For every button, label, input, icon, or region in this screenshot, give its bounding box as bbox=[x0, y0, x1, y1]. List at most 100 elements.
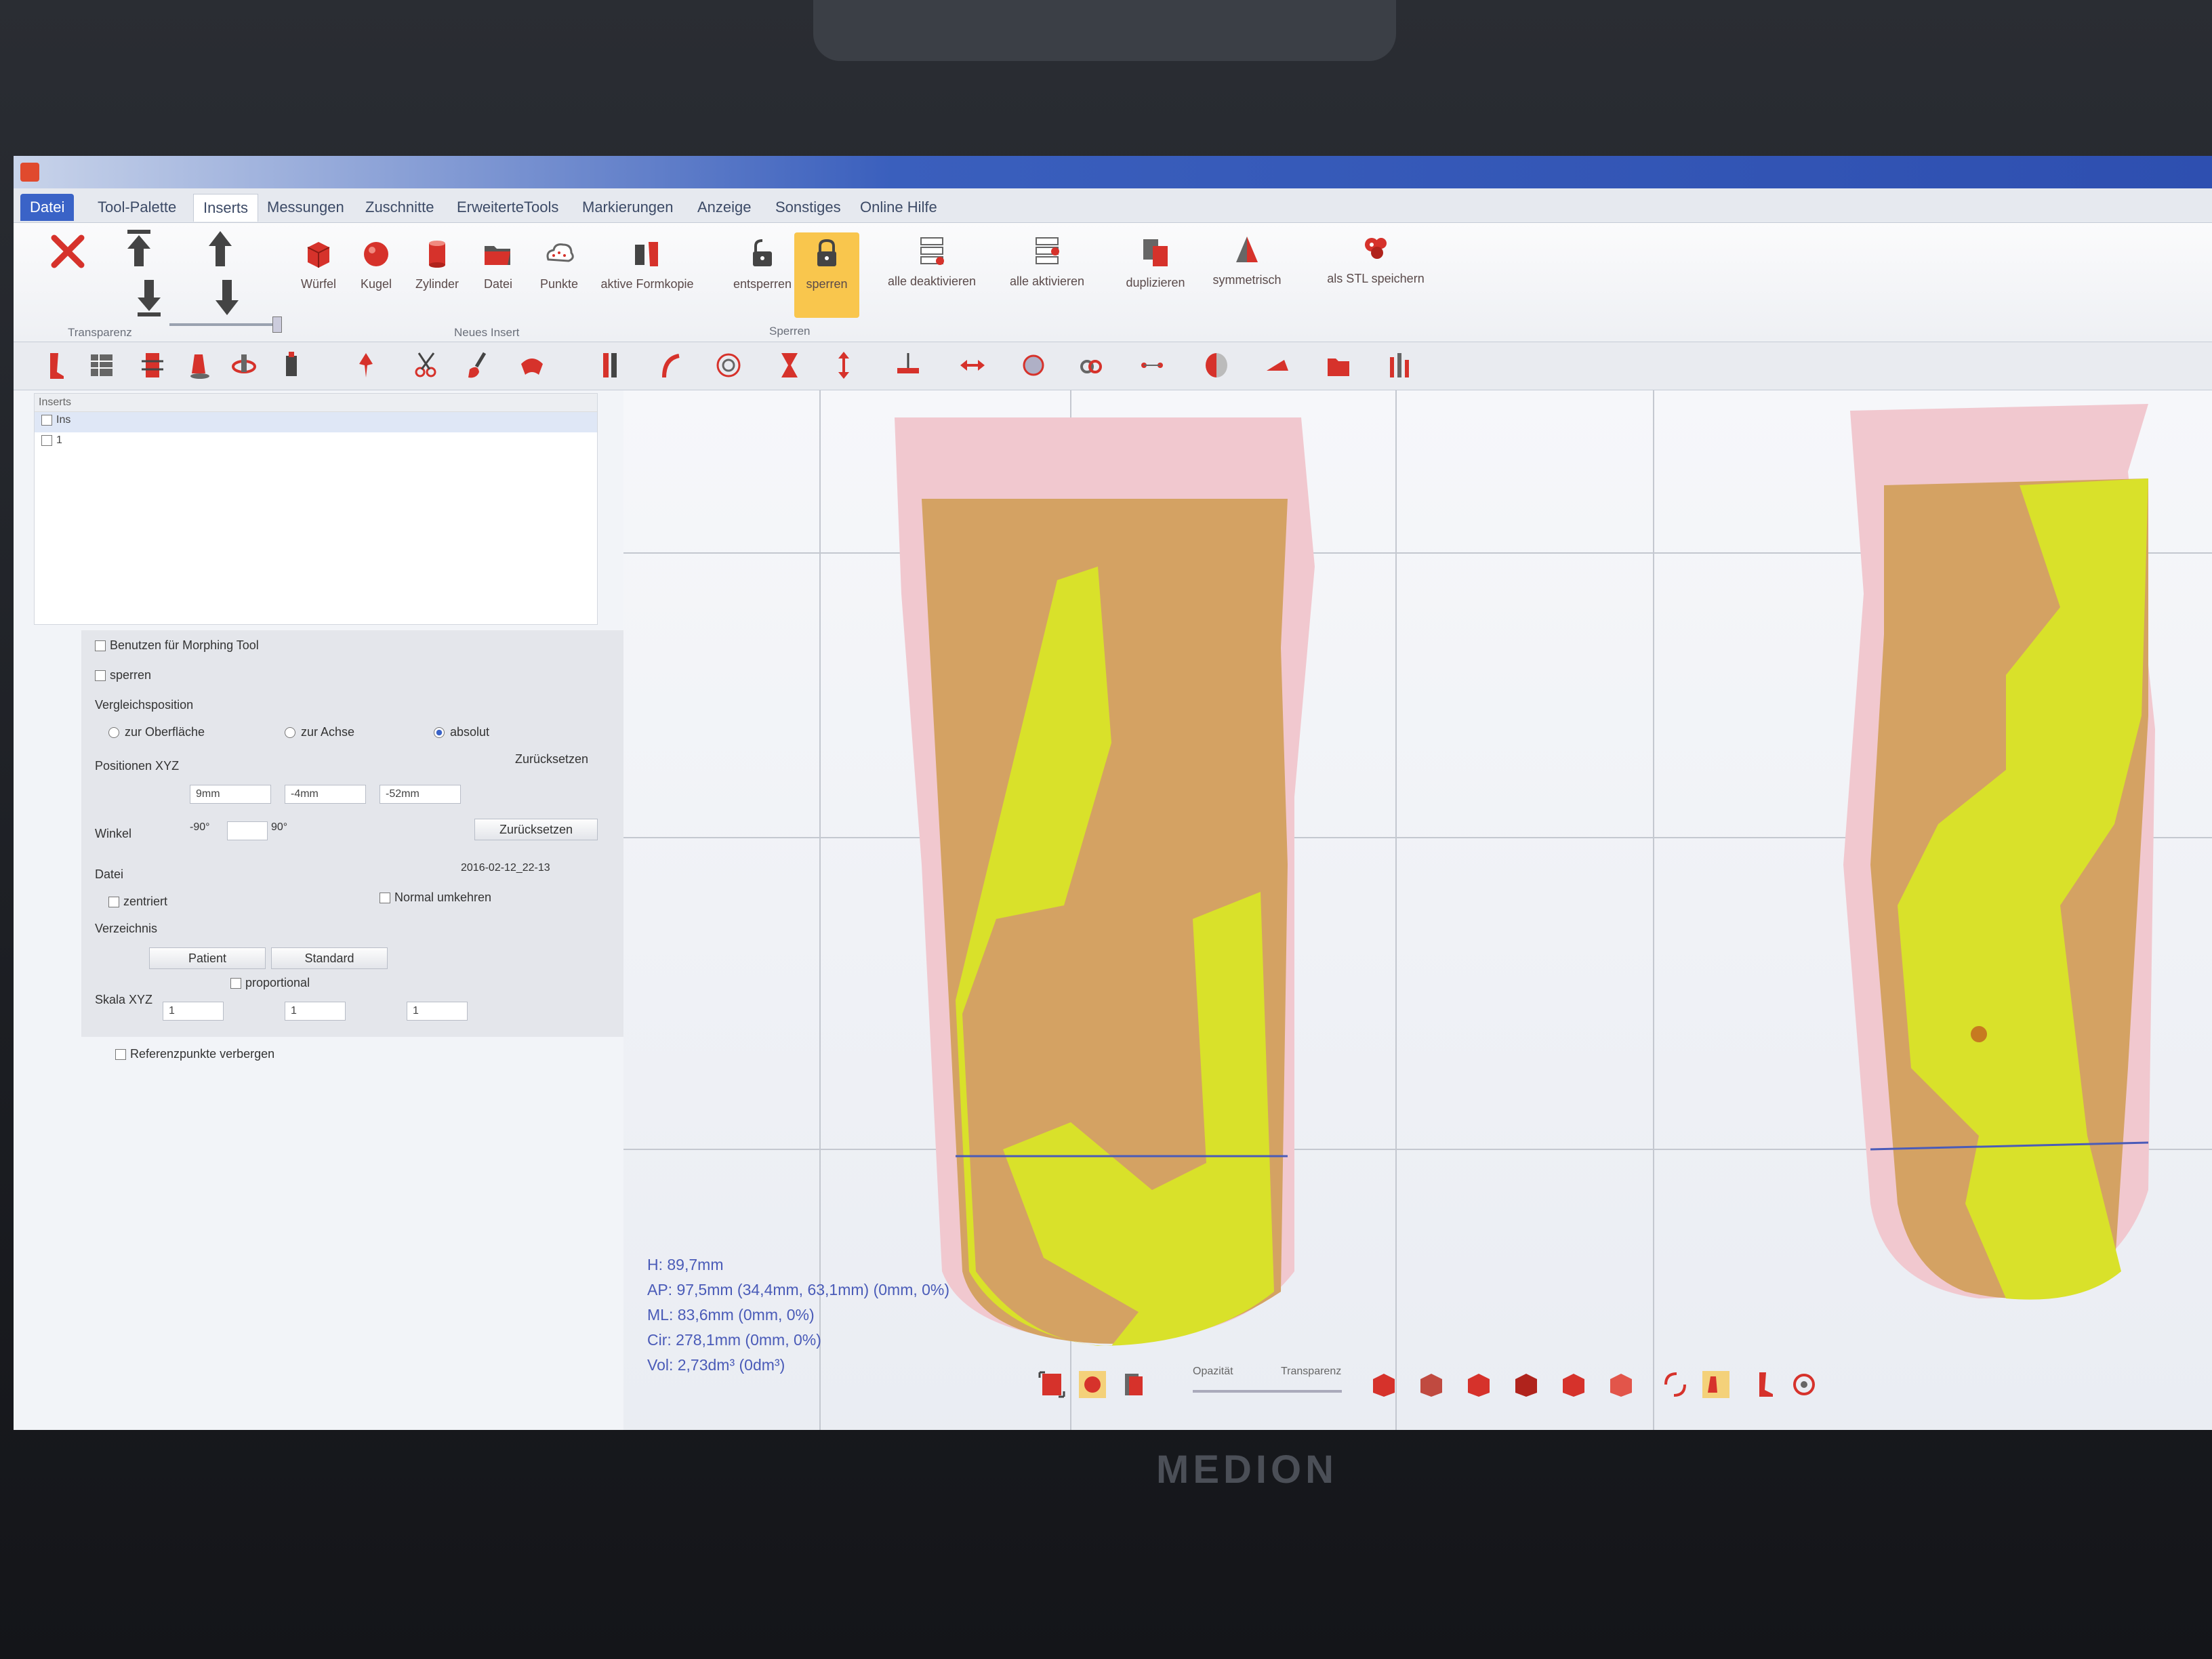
view-front-icon[interactable] bbox=[1369, 1370, 1399, 1399]
alignment-icon[interactable] bbox=[1386, 350, 1413, 380]
entsperren-button[interactable]: entsperren bbox=[725, 237, 800, 291]
patient-button[interactable]: Patient bbox=[149, 947, 266, 969]
position-y-input[interactable]: -4mm bbox=[285, 785, 366, 804]
zur-oberflaeche-radio[interactable]: zur Oberfläche bbox=[108, 725, 205, 739]
tab-zuschnitte[interactable]: Zuschnitte bbox=[356, 194, 444, 221]
tab-tool-palette[interactable]: Tool-Palette bbox=[88, 194, 186, 221]
sperren-button[interactable]: sperren bbox=[794, 232, 859, 318]
scan-view-icon[interactable] bbox=[1078, 1370, 1107, 1399]
checkbox[interactable] bbox=[230, 978, 241, 989]
split-tool-icon[interactable] bbox=[596, 350, 623, 380]
view-bottom-icon[interactable] bbox=[1606, 1370, 1636, 1399]
benutzen-morphing-checkbox[interactable]: Benutzen für Morphing Tool bbox=[95, 638, 259, 653]
checkbox[interactable] bbox=[41, 434, 52, 446]
view-top-icon[interactable] bbox=[1559, 1370, 1589, 1399]
referenzpunkte-checkbox[interactable]: Referenzpunkte verbergen bbox=[115, 1047, 274, 1061]
tab-sonstiges[interactable]: Sonstiges bbox=[766, 194, 851, 221]
edit-surface-icon[interactable] bbox=[1264, 350, 1291, 380]
limb-model-front[interactable] bbox=[895, 417, 1315, 1346]
tree-item[interactable]: 1 bbox=[35, 432, 597, 453]
transparenz-slider[interactable] bbox=[169, 316, 282, 333]
rotate-tool-icon[interactable] bbox=[230, 350, 258, 380]
bend-tool-icon[interactable] bbox=[657, 350, 684, 380]
hands-icon[interactable] bbox=[1701, 1370, 1731, 1399]
foot-icon[interactable] bbox=[1748, 1370, 1778, 1399]
tab-messungen[interactable]: Messungen bbox=[258, 194, 354, 221]
connect-points-icon[interactable] bbox=[1139, 350, 1166, 380]
view-right-icon[interactable] bbox=[1511, 1370, 1541, 1399]
tab-inserts[interactable]: Inserts bbox=[193, 194, 259, 222]
tab-online-hilfe[interactable]: Online Hilfe bbox=[851, 194, 947, 221]
target-tool-icon[interactable] bbox=[715, 350, 742, 380]
half-model-icon[interactable] bbox=[1203, 350, 1230, 380]
checkbox[interactable] bbox=[95, 670, 106, 682]
delete-icon[interactable] bbox=[47, 231, 88, 272]
cut-section-icon[interactable] bbox=[139, 350, 166, 380]
pin-tool-icon[interactable] bbox=[352, 350, 380, 380]
link-tool-icon[interactable] bbox=[1078, 350, 1105, 380]
tree-item[interactable]: Ins bbox=[35, 412, 597, 432]
aktive-formkopie-button[interactable]: aktive Formkopie bbox=[593, 237, 701, 291]
slider-handle[interactable] bbox=[272, 316, 282, 333]
position-x-input[interactable]: 9mm bbox=[190, 785, 271, 804]
opacity-slider[interactable] bbox=[1193, 1390, 1342, 1393]
checkbox[interactable] bbox=[95, 640, 106, 652]
als-stl-speichern-button[interactable]: als STL speichern bbox=[1318, 231, 1433, 286]
tab-anzeige[interactable]: Anzeige bbox=[688, 194, 761, 221]
leg-tool-icon[interactable] bbox=[41, 350, 68, 380]
length-tool-icon[interactable] bbox=[776, 350, 803, 380]
sperren-checkbox[interactable]: sperren bbox=[95, 668, 151, 682]
insert-tool-icon[interactable] bbox=[278, 350, 305, 380]
checkbox[interactable] bbox=[380, 893, 390, 904]
winkel-slider[interactable] bbox=[227, 821, 268, 840]
tab-datei[interactable]: Datei bbox=[20, 194, 75, 221]
checkbox[interactable] bbox=[115, 1049, 126, 1061]
move-to-top-icon[interactable] bbox=[122, 228, 156, 269]
move-to-bottom-icon[interactable] bbox=[132, 277, 166, 318]
zentriert-checkbox[interactable]: zentriert bbox=[108, 895, 167, 909]
radio[interactable] bbox=[108, 727, 119, 739]
position-z-input[interactable]: -52mm bbox=[380, 785, 461, 804]
radio[interactable] bbox=[285, 727, 295, 739]
paint-brush-icon[interactable] bbox=[464, 350, 491, 380]
alle-aktivieren-button[interactable]: alle aktivieren bbox=[996, 234, 1098, 289]
circumference-icon[interactable] bbox=[1020, 350, 1047, 380]
punkte-button[interactable]: Punkte bbox=[522, 237, 596, 291]
radio[interactable] bbox=[434, 727, 445, 739]
level-tool-icon[interactable] bbox=[895, 350, 922, 380]
zur-achse-radio[interactable]: zur Achse bbox=[285, 725, 354, 739]
open-folder-icon[interactable] bbox=[1325, 350, 1352, 380]
move-up-icon[interactable] bbox=[203, 228, 237, 269]
winkel-zuruecksetzen-button[interactable]: Zurücksetzen bbox=[474, 819, 598, 840]
checkbox[interactable] bbox=[108, 897, 119, 908]
smooth-tool-icon[interactable] bbox=[186, 350, 213, 380]
symmetrisch-button[interactable]: symmetrisch bbox=[1210, 232, 1284, 287]
move-down-icon[interactable] bbox=[210, 277, 244, 318]
rotate-view-icon[interactable] bbox=[1660, 1370, 1690, 1399]
duplizieren-button[interactable]: duplizieren bbox=[1118, 235, 1193, 290]
skala-y-input[interactable]: 1 bbox=[285, 1002, 346, 1021]
benutzen-morphing-label: Benutzen für Morphing Tool bbox=[110, 638, 259, 652]
view-left-icon[interactable] bbox=[1464, 1370, 1494, 1399]
measure-grid-icon[interactable] bbox=[88, 350, 115, 380]
limb-model-side[interactable] bbox=[1843, 404, 2155, 1300]
standard-button[interactable]: Standard bbox=[271, 947, 388, 969]
zuruecksetzen-link[interactable]: Zurücksetzen bbox=[515, 752, 588, 766]
layer-view-icon[interactable] bbox=[1118, 1370, 1148, 1399]
scissors-icon[interactable] bbox=[413, 350, 441, 380]
proportional-checkbox[interactable]: proportional bbox=[230, 976, 310, 990]
fit-view-icon[interactable] bbox=[1037, 1370, 1067, 1399]
skala-x-input[interactable]: 1 bbox=[163, 1002, 224, 1021]
tab-erweiterte-tools[interactable]: ErweiterteTools bbox=[447, 194, 568, 221]
horizontal-arrow-icon[interactable] bbox=[959, 350, 986, 380]
skala-z-input[interactable]: 1 bbox=[407, 1002, 468, 1021]
vertical-arrow-icon[interactable] bbox=[830, 350, 857, 380]
checkbox[interactable] bbox=[41, 414, 52, 426]
alle-deaktivieren-button[interactable]: alle deaktivieren bbox=[878, 234, 986, 289]
normal-umkehren-checkbox[interactable]: Normal umkehren bbox=[380, 890, 491, 905]
absolut-radio[interactable]: absolut bbox=[434, 725, 489, 739]
stretch-tool-icon[interactable] bbox=[518, 350, 546, 380]
view-back-icon[interactable] bbox=[1416, 1370, 1446, 1399]
settings-model-icon[interactable] bbox=[1789, 1370, 1819, 1399]
tab-markierungen[interactable]: Markierungen bbox=[573, 194, 683, 221]
